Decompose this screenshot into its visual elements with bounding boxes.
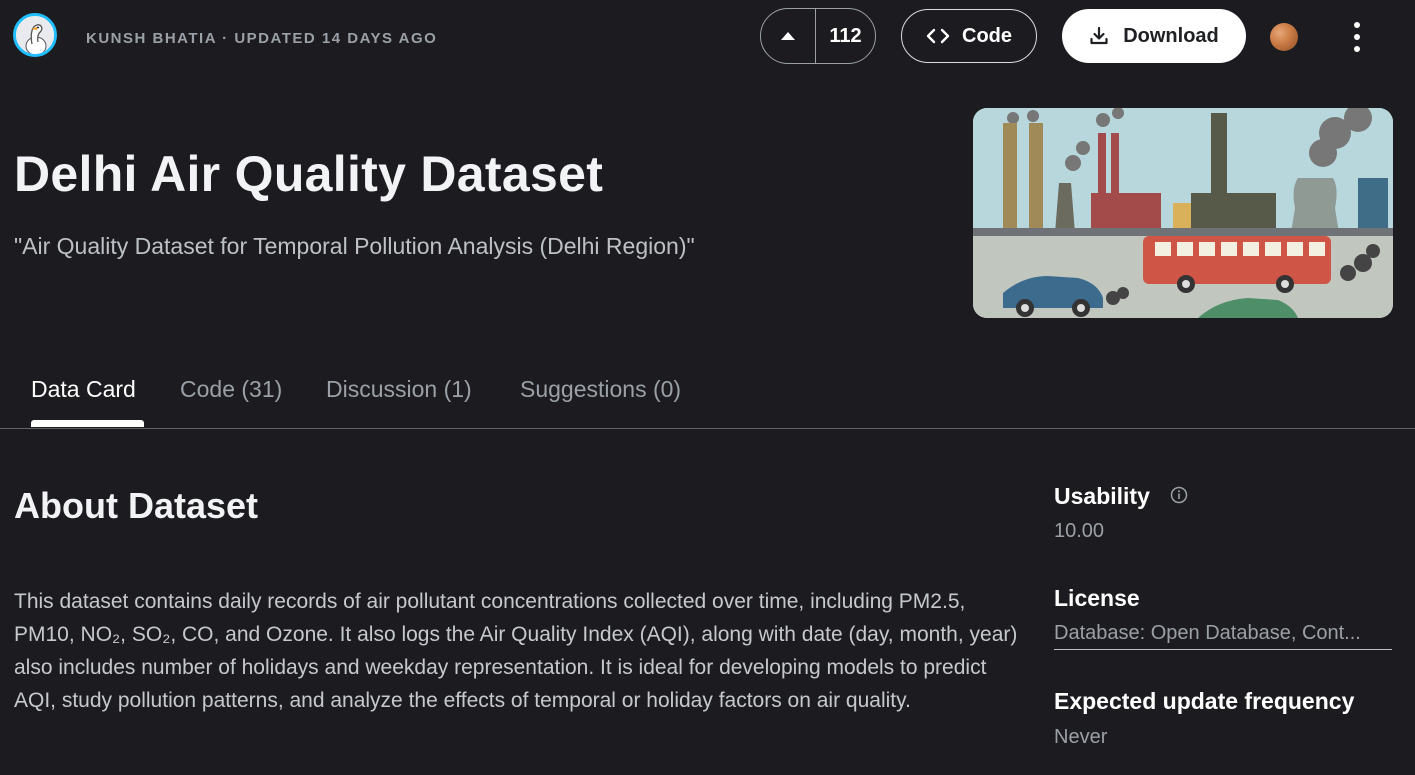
author-byline: KUNSH BHATIA · UPDATED 14 DAYS AGO (86, 30, 438, 47)
bronze-medal-icon[interactable] (1270, 23, 1298, 51)
upvote-button[interactable] (761, 9, 816, 63)
upvote-widget: 112 (760, 8, 876, 64)
usability-label: Usability (1054, 483, 1150, 509)
caret-up-icon (781, 32, 795, 40)
tab-suggestions[interactable]: Suggestions (0) (520, 376, 681, 403)
dataset-tabs: Data Card Code (31) Discussion (1) Sugge… (0, 362, 1415, 429)
code-brackets-icon (926, 28, 950, 44)
tab-code[interactable]: Code (31) (180, 376, 282, 403)
usability-value: 10.00 (1054, 520, 1105, 542)
dataset-cover-image (973, 108, 1393, 318)
goose-avatar-icon (16, 16, 54, 54)
license-label: License (1054, 585, 1140, 611)
kebab-menu-icon[interactable] (1343, 22, 1371, 52)
code-button[interactable]: Code (901, 9, 1037, 63)
license-link[interactable]: Database: Open Database, Cont... (1054, 622, 1392, 650)
update-frequency-value: Never (1054, 726, 1108, 748)
dataset-subtitle: "Air Quality Dataset for Temporal Pollut… (14, 233, 695, 259)
active-tab-indicator (31, 420, 144, 427)
dataset-title: Delhi Air Quality Dataset (14, 146, 604, 202)
tab-discussion[interactable]: Discussion (1) (326, 376, 472, 403)
about-dataset-heading: About Dataset (14, 485, 259, 526)
code-button-label: Code (962, 24, 1012, 47)
tab-data-card[interactable]: Data Card (31, 376, 136, 403)
author-avatar[interactable] (13, 13, 57, 57)
update-frequency-label: Expected update frequency (1054, 688, 1355, 714)
info-icon[interactable] (1170, 486, 1188, 504)
vote-count: 112 (829, 24, 862, 47)
download-button[interactable]: Download (1062, 9, 1246, 63)
download-icon (1090, 26, 1108, 45)
download-button-label: Download (1123, 24, 1219, 47)
dataset-description: This dataset contains daily records of a… (14, 590, 1018, 712)
